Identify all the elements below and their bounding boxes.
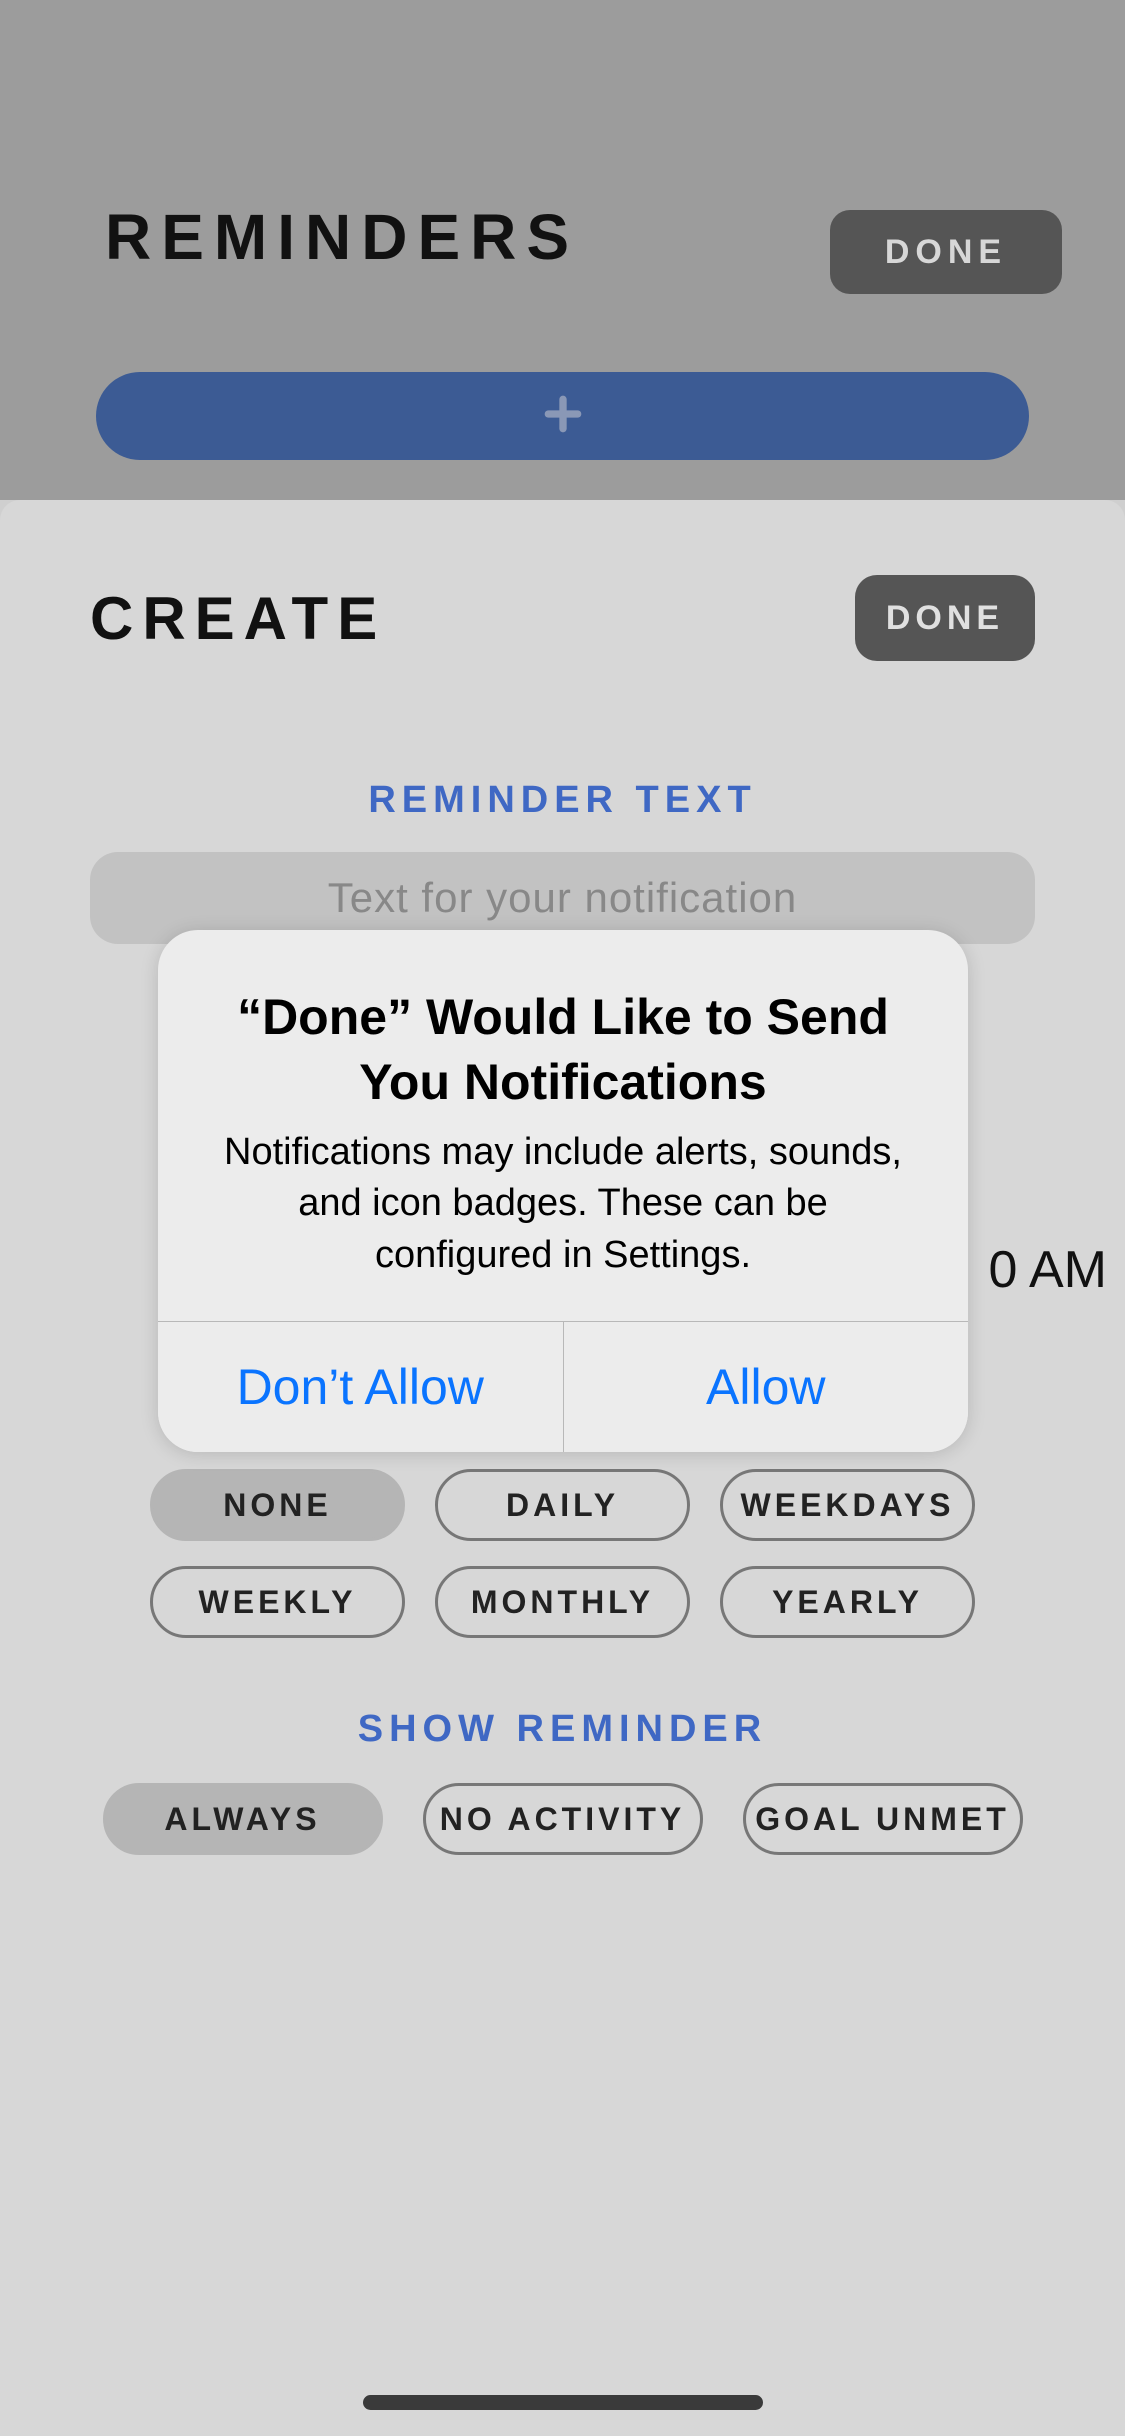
home-indicator[interactable] <box>363 2395 763 2410</box>
show-chip-no-activity[interactable]: NO ACTIVITY <box>423 1783 703 1855</box>
allow-button[interactable]: Allow <box>563 1322 969 1452</box>
repeat-chip-weekly[interactable]: WEEKLY <box>150 1566 405 1638</box>
add-reminder-button[interactable] <box>96 372 1029 460</box>
show-reminder-label: SHOW REMINDER <box>90 1708 1035 1751</box>
reminders-header-bar: REMINDERS DONE <box>0 0 1125 500</box>
repeat-chip-none[interactable]: NONE <box>150 1469 405 1541</box>
placeholder-text: Text for your notification <box>328 874 798 922</box>
time-picker-partial[interactable]: 0 AM <box>989 1240 1108 1300</box>
sheet-title: CREATE <box>90 584 386 653</box>
create-sheet: CREATE DONE REMINDER TEXT Text for your … <box>0 500 1125 2436</box>
repeat-chip-monthly[interactable]: MONTHLY <box>435 1566 690 1638</box>
reminder-text-label: REMINDER TEXT <box>90 779 1035 822</box>
done-button[interactable]: DONE <box>830 210 1062 294</box>
show-chip-always[interactable]: ALWAYS <box>103 1783 383 1855</box>
show-chip-goal-unmet[interactable]: GOAL UNMET <box>743 1783 1023 1855</box>
show-options: ALWAYS NO ACTIVITY GOAL UNMET <box>90 1783 1035 1855</box>
repeat-chip-daily[interactable]: DAILY <box>435 1469 690 1541</box>
repeat-chip-weekdays[interactable]: WEEKDAYS <box>720 1469 975 1541</box>
page-title: REMINDERS <box>105 200 579 274</box>
sheet-done-button[interactable]: DONE <box>855 575 1035 661</box>
repeat-chip-yearly[interactable]: YEARLY <box>720 1566 975 1638</box>
dont-allow-button[interactable]: Don’t Allow <box>158 1322 563 1452</box>
repeat-options: NONE DAILY WEEKDAYS WEEKLY MONTHLY YEARL… <box>90 1469 1035 1638</box>
alert-message: Notifications may include alerts, sounds… <box>203 1127 923 1281</box>
plus-icon <box>541 392 585 441</box>
alert-title: “Done” Would Like to Send You Notificati… <box>203 985 923 1115</box>
notification-permission-alert: “Done” Would Like to Send You Notificati… <box>158 930 968 1452</box>
